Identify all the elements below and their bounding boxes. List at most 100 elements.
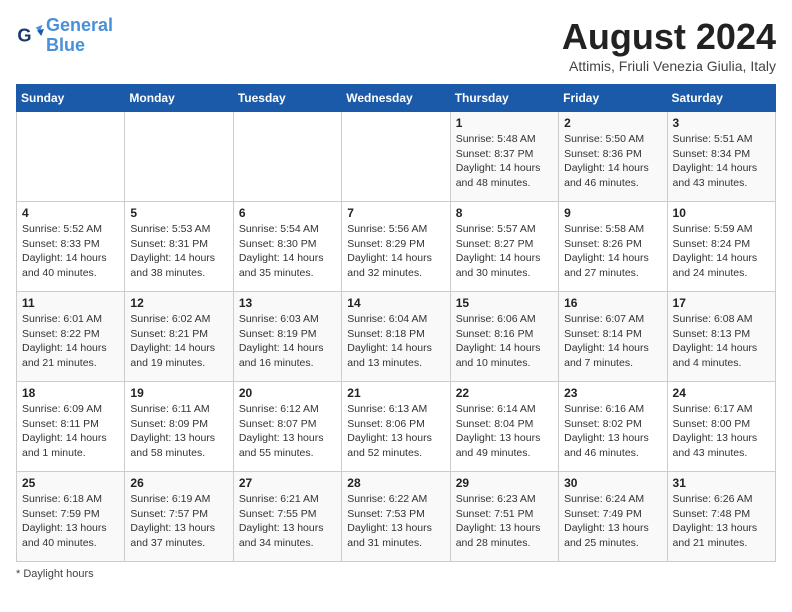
weekday-header: Tuesday <box>233 85 341 112</box>
day-number: 14 <box>347 296 444 310</box>
calendar-week-row: 4Sunrise: 5:52 AM Sunset: 8:33 PM Daylig… <box>17 202 776 292</box>
calendar-subtitle: Attimis, Friuli Venezia Giulia, Italy <box>562 58 776 74</box>
calendar-title: August 2024 <box>562 16 776 58</box>
day-info: Sunrise: 6:03 AM Sunset: 8:19 PM Dayligh… <box>239 312 336 371</box>
weekday-header: Saturday <box>667 85 775 112</box>
day-number: 6 <box>239 206 336 220</box>
day-info: Sunrise: 5:57 AM Sunset: 8:27 PM Dayligh… <box>456 222 553 281</box>
day-number: 10 <box>673 206 770 220</box>
weekday-header: Sunday <box>17 85 125 112</box>
weekday-header: Thursday <box>450 85 558 112</box>
calendar-cell: 15 Sunrise: 6:06 AM Sunset: 8:16 PM Dayli… <box>450 292 558 382</box>
calendar-cell: 12 Sunrise: 6:02 AM Sunset: 8:21 PM Dayli… <box>125 292 233 382</box>
calendar-cell: 27Sunrise: 6:21 AM Sunset: 7:55 PM Dayli… <box>233 472 341 562</box>
calendar-cell: 16 Sunrise: 6:07 AM Sunset: 8:14 PM Dayli… <box>559 292 667 382</box>
weekday-header: Monday <box>125 85 233 112</box>
calendar-cell: 22 Sunrise: 6:14 AM Sunset: 8:04 PM Dayli… <box>450 382 558 472</box>
calendar-cell: 3 Sunrise: 5:51 AM Sunset: 8:34 PM Daylig… <box>667 112 775 202</box>
calendar-cell: 24 Sunrise: 6:17 AM Sunset: 8:00 PM Dayli… <box>667 382 775 472</box>
calendar-cell: 7 Sunrise: 5:56 AM Sunset: 8:29 PM Daylig… <box>342 202 450 292</box>
calendar-cell: 28 Sunrise: 6:22 AM Sunset: 7:53 PM Dayli… <box>342 472 450 562</box>
day-info: Sunrise: 5:50 AM Sunset: 8:36 PM Dayligh… <box>564 132 661 191</box>
day-number: 25 <box>22 476 119 490</box>
page-header: G General Blue August 2024 Attimis, Friu… <box>16 16 776 74</box>
day-number: 8 <box>456 206 553 220</box>
calendar-cell: 1Sunrise: 5:48 AM Sunset: 8:37 PM Daylig… <box>450 112 558 202</box>
calendar-cell: 20 Sunrise: 6:12 AM Sunset: 8:07 PM Dayli… <box>233 382 341 472</box>
logo-text: General Blue <box>46 16 113 56</box>
day-info: Sunrise: 6:01 AM Sunset: 8:22 PM Dayligh… <box>22 312 119 371</box>
day-number: 17 <box>673 296 770 310</box>
day-info: Sunrise: 6:17 AM Sunset: 8:00 PM Dayligh… <box>673 402 770 461</box>
day-info: Sunrise: 5:53 AM Sunset: 8:31 PM Dayligh… <box>130 222 227 281</box>
calendar-cell: 29Sunrise: 6:23 AM Sunset: 7:51 PM Dayli… <box>450 472 558 562</box>
calendar-cell: 31Sunrise: 6:26 AM Sunset: 7:48 PM Dayli… <box>667 472 775 562</box>
day-info: Sunrise: 5:52 AM Sunset: 8:33 PM Dayligh… <box>22 222 119 281</box>
calendar-cell: 14 Sunrise: 6:04 AM Sunset: 8:18 PM Dayli… <box>342 292 450 382</box>
day-info: Sunrise: 5:51 AM Sunset: 8:34 PM Dayligh… <box>673 132 770 191</box>
day-info: Sunrise: 6:07 AM Sunset: 8:14 PM Dayligh… <box>564 312 661 371</box>
day-number: 28 <box>347 476 444 490</box>
day-info: Sunrise: 6:09 AM Sunset: 8:11 PM Dayligh… <box>22 402 119 461</box>
calendar-cell: 4Sunrise: 5:52 AM Sunset: 8:33 PM Daylig… <box>17 202 125 292</box>
day-number: 13 <box>239 296 336 310</box>
calendar-cell <box>125 112 233 202</box>
day-info: Sunrise: 5:56 AM Sunset: 8:29 PM Dayligh… <box>347 222 444 281</box>
day-number: 22 <box>456 386 553 400</box>
calendar-cell: 9 Sunrise: 5:58 AM Sunset: 8:26 PM Daylig… <box>559 202 667 292</box>
calendar-cell: 6 Sunrise: 5:54 AM Sunset: 8:30 PM Daylig… <box>233 202 341 292</box>
day-number: 29 <box>456 476 553 490</box>
day-number: 30 <box>564 476 661 490</box>
day-info: Sunrise: 6:14 AM Sunset: 8:04 PM Dayligh… <box>456 402 553 461</box>
calendar-cell: 23Sunrise: 6:16 AM Sunset: 8:02 PM Dayli… <box>559 382 667 472</box>
day-number: 15 <box>456 296 553 310</box>
day-info: Sunrise: 6:22 AM Sunset: 7:53 PM Dayligh… <box>347 492 444 551</box>
day-info: Sunrise: 5:54 AM Sunset: 8:30 PM Dayligh… <box>239 222 336 281</box>
calendar-cell: 2Sunrise: 5:50 AM Sunset: 8:36 PM Daylig… <box>559 112 667 202</box>
day-info: Sunrise: 5:48 AM Sunset: 8:37 PM Dayligh… <box>456 132 553 191</box>
calendar-cell: 11Sunrise: 6:01 AM Sunset: 8:22 PM Dayli… <box>17 292 125 382</box>
calendar-cell: 30Sunrise: 6:24 AM Sunset: 7:49 PM Dayli… <box>559 472 667 562</box>
day-number: 24 <box>673 386 770 400</box>
title-area: August 2024 Attimis, Friuli Venezia Giul… <box>562 16 776 74</box>
footer-note: * Daylight hours <box>16 568 776 580</box>
calendar-cell: 18Sunrise: 6:09 AM Sunset: 8:11 PM Dayli… <box>17 382 125 472</box>
day-info: Sunrise: 6:12 AM Sunset: 8:07 PM Dayligh… <box>239 402 336 461</box>
calendar-week-row: 11Sunrise: 6:01 AM Sunset: 8:22 PM Dayli… <box>17 292 776 382</box>
day-info: Sunrise: 5:58 AM Sunset: 8:26 PM Dayligh… <box>564 222 661 281</box>
calendar-cell: 25 Sunrise: 6:18 AM Sunset: 7:59 PM Dayli… <box>17 472 125 562</box>
day-number: 12 <box>130 296 227 310</box>
day-number: 21 <box>347 386 444 400</box>
calendar-cell: 19Sunrise: 6:11 AM Sunset: 8:09 PM Dayli… <box>125 382 233 472</box>
calendar-week-row: 1Sunrise: 5:48 AM Sunset: 8:37 PM Daylig… <box>17 112 776 202</box>
day-number: 26 <box>130 476 227 490</box>
calendar-cell: 26Sunrise: 6:19 AM Sunset: 7:57 PM Dayli… <box>125 472 233 562</box>
day-number: 5 <box>130 206 227 220</box>
day-number: 9 <box>564 206 661 220</box>
calendar-week-row: 25 Sunrise: 6:18 AM Sunset: 7:59 PM Dayli… <box>17 472 776 562</box>
logo: G General Blue <box>16 16 113 56</box>
day-info: Sunrise: 6:02 AM Sunset: 8:21 PM Dayligh… <box>130 312 227 371</box>
day-info: Sunrise: 6:26 AM Sunset: 7:48 PM Dayligh… <box>673 492 770 551</box>
day-info: Sunrise: 5:59 AM Sunset: 8:24 PM Dayligh… <box>673 222 770 281</box>
calendar-cell: 17 Sunrise: 6:08 AM Sunset: 8:13 PM Dayli… <box>667 292 775 382</box>
day-info: Sunrise: 6:13 AM Sunset: 8:06 PM Dayligh… <box>347 402 444 461</box>
calendar-cell: 21 Sunrise: 6:13 AM Sunset: 8:06 PM Dayli… <box>342 382 450 472</box>
day-number: 7 <box>347 206 444 220</box>
day-number: 27 <box>239 476 336 490</box>
calendar-cell: 5 Sunrise: 5:53 AM Sunset: 8:31 PM Daylig… <box>125 202 233 292</box>
day-number: 16 <box>564 296 661 310</box>
day-info: Sunrise: 6:18 AM Sunset: 7:59 PM Dayligh… <box>22 492 119 551</box>
day-info: Sunrise: 6:08 AM Sunset: 8:13 PM Dayligh… <box>673 312 770 371</box>
weekday-header-row: SundayMondayTuesdayWednesdayThursdayFrid… <box>17 85 776 112</box>
svg-text:G: G <box>17 25 31 45</box>
calendar-cell <box>233 112 341 202</box>
calendar-cell: 10 Sunrise: 5:59 AM Sunset: 8:24 PM Dayli… <box>667 202 775 292</box>
day-info: Sunrise: 6:06 AM Sunset: 8:16 PM Dayligh… <box>456 312 553 371</box>
day-info: Sunrise: 6:04 AM Sunset: 8:18 PM Dayligh… <box>347 312 444 371</box>
day-number: 3 <box>673 116 770 130</box>
logo-icon: G <box>16 22 44 50</box>
weekday-header: Friday <box>559 85 667 112</box>
calendar-cell <box>342 112 450 202</box>
day-number: 20 <box>239 386 336 400</box>
